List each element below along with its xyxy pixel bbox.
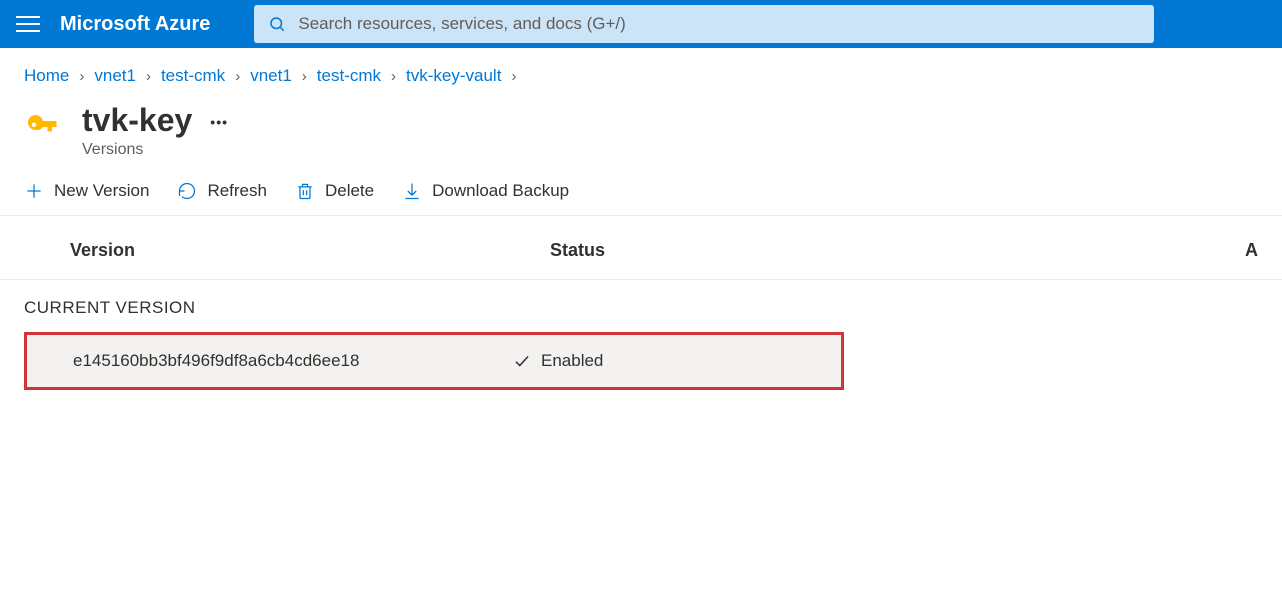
toolbar: New Version Refresh Delete xyxy=(0,177,1282,216)
chevron-right-icon: › xyxy=(511,68,516,85)
search-icon xyxy=(268,15,286,33)
breadcrumb-item[interactable]: vnet1 xyxy=(250,66,292,86)
breadcrumb-item[interactable]: test-cmk xyxy=(161,66,225,86)
search-box[interactable] xyxy=(254,5,1154,43)
table-area: Version Status A CURRENT VERSION e145160… xyxy=(0,216,1282,390)
page-title: tvk-key ••• xyxy=(82,102,228,139)
column-header-status[interactable]: Status xyxy=(550,240,1030,261)
page-header: tvk-key ••• Versions xyxy=(0,92,1282,177)
status-cell: Enabled xyxy=(513,351,603,371)
chevron-right-icon: › xyxy=(391,68,396,85)
refresh-icon xyxy=(177,181,197,201)
key-icon xyxy=(24,108,62,146)
new-version-label: New Version xyxy=(54,181,149,201)
breadcrumb-item[interactable]: test-cmk xyxy=(317,66,381,86)
top-bar: Microsoft Azure xyxy=(0,0,1282,48)
delete-label: Delete xyxy=(325,181,374,201)
hamburger-menu-icon[interactable] xyxy=(16,12,40,36)
refresh-label: Refresh xyxy=(207,181,267,201)
delete-button[interactable]: Delete xyxy=(295,181,374,201)
table-row[interactable]: e145160bb3bf496f9df8a6cb4cd6ee18 Enabled xyxy=(27,335,841,387)
new-version-button[interactable]: New Version xyxy=(24,181,149,201)
version-id-cell: e145160bb3bf496f9df8a6cb4cd6ee18 xyxy=(73,351,513,371)
download-backup-button[interactable]: Download Backup xyxy=(402,181,569,201)
breadcrumb-item[interactable]: Home xyxy=(24,66,69,86)
title-block: tvk-key ••• Versions xyxy=(82,102,228,159)
chevron-right-icon: › xyxy=(235,68,240,85)
chevron-right-icon: › xyxy=(302,68,307,85)
chevron-right-icon: › xyxy=(79,68,84,85)
search-input[interactable] xyxy=(298,14,1140,34)
column-header-last[interactable]: A xyxy=(1030,240,1258,261)
breadcrumb-item[interactable]: vnet1 xyxy=(94,66,136,86)
download-icon xyxy=(402,181,422,201)
brand-label[interactable]: Microsoft Azure xyxy=(60,13,210,36)
breadcrumb-item[interactable]: tvk-key-vault xyxy=(406,66,501,86)
check-icon xyxy=(513,352,531,370)
page-subtitle: Versions xyxy=(82,141,228,159)
download-backup-label: Download Backup xyxy=(432,181,569,201)
page-title-text: tvk-key xyxy=(82,102,192,139)
breadcrumb: Home › vnet1 › test-cmk › vnet1 › test-c… xyxy=(0,48,1282,92)
trash-icon xyxy=(295,181,315,201)
column-header-version[interactable]: Version xyxy=(70,240,550,261)
plus-icon xyxy=(24,181,44,201)
section-label-current-version: CURRENT VERSION xyxy=(0,280,1282,332)
refresh-button[interactable]: Refresh xyxy=(177,181,267,201)
chevron-right-icon: › xyxy=(146,68,151,85)
table-header: Version Status A xyxy=(0,240,1282,280)
status-label: Enabled xyxy=(541,351,603,371)
search-wrap xyxy=(254,5,1266,43)
more-actions-icon[interactable]: ••• xyxy=(210,114,228,130)
highlight-annotation: e145160bb3bf496f9df8a6cb4cd6ee18 Enabled xyxy=(24,332,844,390)
